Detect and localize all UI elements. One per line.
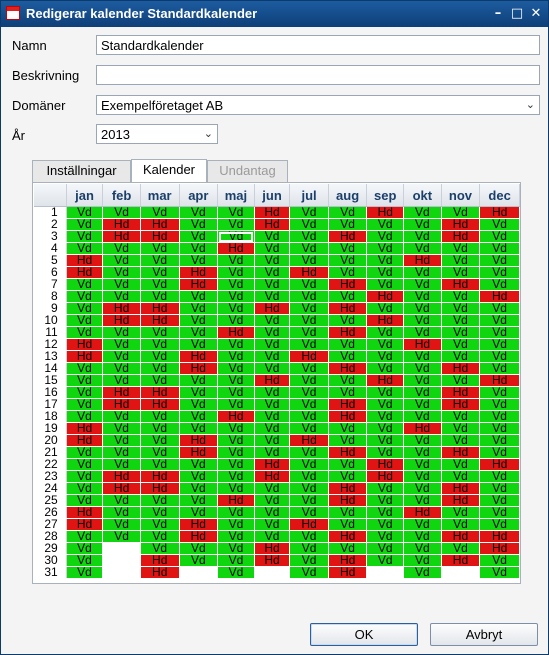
- close-icon[interactable]: ✕: [528, 6, 544, 22]
- workday-cell[interactable]: Vd: [479, 566, 520, 579]
- tab-exceptions: Undantag: [207, 160, 288, 182]
- year-label: År: [12, 128, 25, 143]
- workday-cell[interactable]: Vd: [66, 566, 104, 579]
- maximize-icon[interactable]: □: [509, 6, 525, 22]
- year-select[interactable]: 2013 ⌄: [96, 124, 218, 144]
- ok-button[interactable]: OK: [310, 623, 418, 646]
- workday-cell[interactable]: Vd: [403, 566, 442, 579]
- description-input[interactable]: [96, 65, 540, 85]
- month-header[interactable]: okt: [403, 184, 442, 207]
- workday-cell[interactable]: Vd: [289, 566, 329, 579]
- workday-cell[interactable]: Vd: [366, 554, 405, 567]
- name-label: Namn: [12, 38, 47, 53]
- month-header[interactable]: maj: [217, 184, 255, 207]
- domain-select[interactable]: Exempelföretaget AB ⌄: [96, 95, 540, 115]
- calendar-row: 31 Vd Hd Vd Vd Hd Vd Vd: [34, 566, 520, 579]
- minimize-icon[interactable]: –: [490, 6, 506, 22]
- month-header[interactable]: jun: [254, 184, 291, 207]
- workday-cell[interactable]: Vd: [179, 554, 219, 567]
- cancel-button[interactable]: Avbryt: [430, 623, 538, 646]
- month-header[interactable]: apr: [179, 184, 219, 207]
- chevron-down-icon: ⌄: [525, 99, 535, 111]
- month-header[interactable]: nov: [441, 184, 481, 207]
- month-header[interactable]: mar: [140, 184, 180, 207]
- month-header[interactable]: sep: [366, 184, 405, 207]
- holiday-cell[interactable]: Hd: [328, 566, 368, 579]
- window-title: Redigerar kalender Standardkalender: [26, 6, 258, 21]
- workday-cell[interactable]: Vd: [102, 530, 141, 543]
- calendar-app-icon: [6, 6, 20, 20]
- title-bar[interactable]: Redigerar kalender Standardkalender – □ …: [1, 1, 548, 27]
- holiday-cell[interactable]: Hd: [140, 566, 180, 579]
- empty-cell: [102, 554, 141, 567]
- month-header[interactable]: jan: [66, 184, 104, 207]
- dialog-window: Redigerar kalender Standardkalender – □ …: [0, 0, 549, 655]
- calendar-panel: jan feb mar apr maj jun jul aug sep okt nov dec 1 Vd V…: [32, 182, 521, 584]
- description-label: Beskrivning: [12, 68, 80, 83]
- empty-cell: [102, 566, 141, 579]
- empty-cell: [179, 566, 219, 579]
- name-input[interactable]: Standardkalender: [96, 35, 540, 55]
- tab-settings[interactable]: Inställningar: [32, 160, 131, 182]
- corner-header: [34, 184, 67, 207]
- domain-label: Domäner: [12, 98, 66, 113]
- month-header[interactable]: jul: [289, 184, 329, 207]
- empty-cell: [254, 566, 291, 579]
- empty-cell: [441, 566, 481, 579]
- month-header[interactable]: feb: [102, 184, 141, 207]
- tab-calendar[interactable]: Kalender: [131, 159, 207, 183]
- day-number: 31: [34, 566, 67, 579]
- holiday-cell[interactable]: Hd: [254, 554, 291, 567]
- workday-cell[interactable]: Vd: [217, 566, 255, 579]
- empty-cell: [102, 542, 141, 555]
- calendar-row: 30 Vd Hd Vd Vd Hd Vd Hd Vd Vd Hd Vd: [34, 554, 520, 567]
- chevron-down-icon: ⌄: [203, 128, 213, 140]
- calendar-header-row: jan feb mar apr maj jun jul aug sep okt nov dec: [34, 184, 520, 207]
- year-select-value: 2013: [101, 127, 130, 142]
- month-header[interactable]: aug: [328, 184, 368, 207]
- calendar-grid: jan feb mar apr maj jun jul aug sep okt nov dec 1 Vd V…: [34, 184, 520, 579]
- month-header[interactable]: dec: [479, 184, 520, 207]
- domain-select-value: Exempelföretaget AB: [101, 98, 224, 113]
- holiday-cell[interactable]: Hd: [441, 554, 481, 567]
- empty-cell: [366, 566, 405, 579]
